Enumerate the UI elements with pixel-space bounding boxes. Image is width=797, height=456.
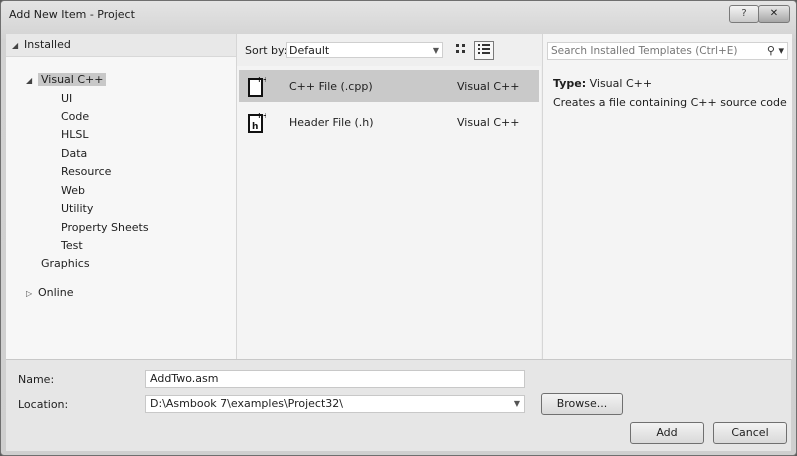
list-view-icon[interactable] bbox=[474, 41, 494, 60]
help-button[interactable]: ? bbox=[729, 5, 759, 23]
tree-node-label: Online bbox=[38, 286, 74, 299]
expand-triangle-icon[interactable]: ▷ bbox=[26, 285, 38, 303]
template-type: Type: Visual C++ bbox=[553, 77, 652, 90]
template-name: Header File (.h) bbox=[289, 116, 374, 129]
header-file-icon: h ++ bbox=[248, 111, 269, 133]
template-list: ++ C++ File (.cpp) Visual C++ h ++ Header… bbox=[237, 66, 541, 359]
title-bar: Add New Item - Project ? ✕ bbox=[1, 1, 796, 31]
template-description: Creates a file containing C++ source cod… bbox=[553, 96, 787, 109]
tree-node-label: Visual C++ bbox=[38, 73, 107, 86]
search-placeholder: Search Installed Templates (Ctrl+E) bbox=[551, 45, 738, 57]
template-language: Visual C++ bbox=[457, 80, 520, 93]
template-language: Visual C++ bbox=[457, 116, 520, 129]
template-name: C++ File (.cpp) bbox=[289, 80, 373, 93]
tree-node-resource[interactable]: Resource bbox=[61, 163, 111, 181]
tree-node-utility[interactable]: Utility bbox=[61, 200, 93, 218]
tree-node-web[interactable]: Web bbox=[61, 182, 85, 200]
dropdown-arrow-icon[interactable]: ▼ bbox=[514, 396, 520, 412]
tree-node-test[interactable]: Test bbox=[61, 237, 83, 255]
type-value: Visual C++ bbox=[589, 77, 653, 90]
type-label: Type: bbox=[553, 77, 587, 90]
name-label: Name: bbox=[18, 373, 55, 386]
installed-label: Installed bbox=[24, 38, 71, 51]
svg-text:++: ++ bbox=[256, 111, 266, 120]
tree-node-online[interactable]: ▷ Online bbox=[26, 284, 73, 302]
expand-triangle-icon[interactable]: ◢ bbox=[26, 72, 38, 90]
add-button[interactable]: Add bbox=[630, 422, 704, 444]
search-icon[interactable]: ⚲ ▾ bbox=[767, 44, 784, 57]
close-button[interactable]: ✕ bbox=[758, 5, 790, 23]
tree-node-property-sheets[interactable]: Property Sheets bbox=[61, 219, 149, 237]
tree-node-graphics[interactable]: Graphics bbox=[41, 255, 90, 273]
collapse-triangle-icon[interactable]: ◢ bbox=[12, 37, 24, 55]
cancel-button[interactable]: Cancel bbox=[713, 422, 787, 444]
tree-node-ui[interactable]: UI bbox=[61, 90, 72, 108]
template-tree: ◢ Installed ◢ Visual C++ UI Code HLSL Data… bbox=[6, 34, 237, 359]
tree-node-hlsl[interactable]: HLSL bbox=[61, 126, 89, 144]
sort-label: Sort by: bbox=[245, 44, 288, 57]
sort-dropdown[interactable]: Default ▼ bbox=[286, 42, 443, 58]
dialog-body: ◢ Installed ◢ Visual C++ UI Code HLSL Data… bbox=[6, 34, 792, 451]
template-item-header-file[interactable]: h ++ Header File (.h) Visual C++ bbox=[239, 106, 539, 138]
location-field[interactable]: D:\Asmbook 7\examples\Project32\ ▼ bbox=[145, 395, 525, 413]
template-item-cpp-file[interactable]: ++ C++ File (.cpp) Visual C++ bbox=[239, 70, 539, 102]
template-toolbar: Sort by: Default ▼ bbox=[237, 34, 541, 66]
medium-icons-view-icon[interactable] bbox=[451, 41, 471, 60]
sort-value: Default bbox=[289, 44, 330, 57]
template-details: Search Installed Templates (Ctrl+E) ⚲ ▾ … bbox=[542, 34, 792, 359]
browse-button[interactable]: Browse... bbox=[541, 393, 623, 415]
search-templates-input[interactable]: Search Installed Templates (Ctrl+E) ⚲ ▾ bbox=[547, 42, 788, 60]
installed-header[interactable]: ◢ Installed bbox=[6, 34, 236, 57]
tree-node-data[interactable]: Data bbox=[61, 145, 87, 163]
tree-node-code[interactable]: Code bbox=[61, 108, 89, 126]
add-new-item-dialog: Add New Item - Project ? ✕ ◢ Installed ◢ V… bbox=[0, 0, 797, 456]
name-field[interactable]: AddTwo.asm bbox=[145, 370, 525, 388]
file-form: Name: AddTwo.asm Location: D:\Asmbook 7\… bbox=[6, 359, 791, 451]
location-label: Location: bbox=[18, 398, 69, 411]
svg-text:++: ++ bbox=[256, 75, 266, 84]
dropdown-arrow-icon: ▼ bbox=[432, 46, 439, 55]
location-value: D:\Asmbook 7\examples\Project32\ bbox=[150, 397, 343, 410]
svg-text:h: h bbox=[252, 122, 258, 132]
tree-node-visual-cpp[interactable]: ◢ Visual C++ bbox=[26, 71, 107, 90]
window-title: Add New Item - Project bbox=[9, 8, 135, 21]
cpp-file-icon: ++ bbox=[248, 75, 269, 97]
